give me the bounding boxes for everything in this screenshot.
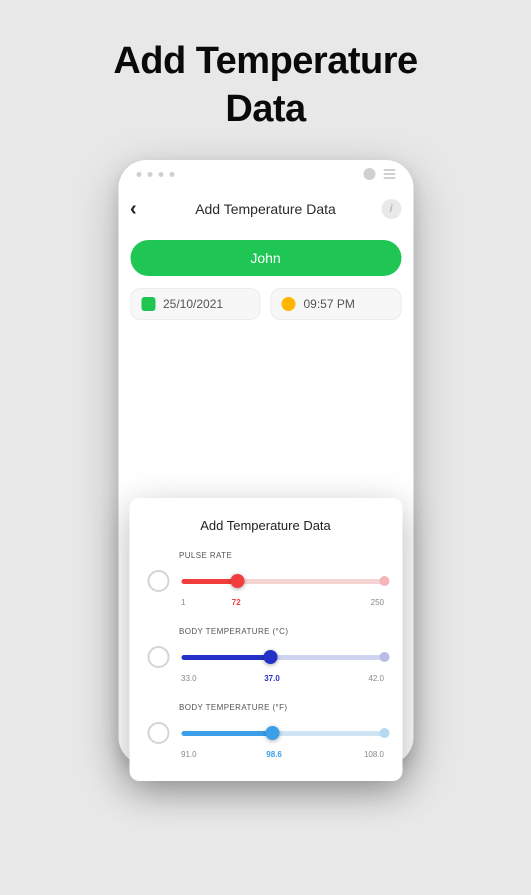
statusbar-right (363, 168, 395, 180)
back-icon[interactable]: ‹ (130, 198, 137, 221)
pulse-slider[interactable] (181, 579, 384, 584)
profile-selector[interactable]: John (130, 240, 401, 276)
info-icon[interactable]: i (381, 199, 401, 219)
date-chip[interactable]: 25/10/2021 (130, 288, 261, 320)
temp-f-slider[interactable] (181, 731, 384, 736)
date-value: 25/10/2021 (163, 297, 223, 311)
status-bar (118, 160, 413, 188)
temp-c-slider[interactable] (181, 655, 384, 660)
temp-c-min: 33.0 (181, 674, 197, 683)
temperature-overlay: Add Temperature Data PULSE RATE 1 250 72… (129, 498, 402, 781)
app-bar: ‹ Add Temperature Data i (118, 188, 413, 230)
time-chip[interactable]: 09:57 PM (271, 288, 402, 320)
pulse-label: PULSE RATE (179, 551, 384, 560)
temp-c-max: 42.0 (368, 674, 384, 683)
statusbar-dots (136, 172, 174, 177)
datetime-row: 25/10/2021 09:57 PM (130, 288, 401, 320)
clock-icon (282, 297, 296, 311)
temp-f-max: 108.0 (364, 750, 384, 759)
pulse-value: 72 (232, 598, 241, 607)
temp-c-label: BODY TEMPERATURE (°C) (179, 627, 384, 636)
time-value: 09:57 PM (304, 297, 355, 311)
overlay-title: Add Temperature Data (147, 518, 384, 533)
appbar-title: Add Temperature Data (118, 201, 413, 217)
pulse-max: 250 (371, 598, 384, 607)
temp-f-value: 98.6 (266, 750, 282, 759)
temp-f-label: BODY TEMPERATURE (°F) (179, 703, 384, 712)
temp-c-toggle[interactable] (147, 646, 169, 668)
pulse-slider-group: PULSE RATE 1 250 72 (147, 551, 384, 607)
pulse-min: 1 (181, 598, 185, 607)
temp-f-min: 91.0 (181, 750, 197, 759)
calendar-icon (141, 297, 155, 311)
temp-c-slider-group: BODY TEMPERATURE (°C) 33.0 42.0 37.0 (147, 627, 384, 683)
pulse-toggle[interactable] (147, 570, 169, 592)
page-title: Add Temperature Data (0, 0, 531, 133)
temp-f-toggle[interactable] (147, 722, 169, 744)
temp-f-slider-group: BODY TEMPERATURE (°F) 91.0 108.0 98.6 (147, 703, 384, 759)
temp-c-value: 37.0 (264, 674, 280, 683)
